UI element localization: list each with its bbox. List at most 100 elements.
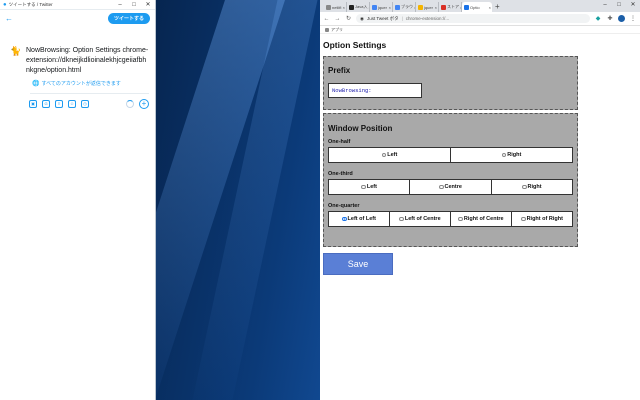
radio-button[interactable]: [501, 152, 507, 158]
tab-favicon-icon: [464, 4, 469, 10]
tab-label: jquer: [378, 4, 387, 10]
twitter-bird-icon: ●: [3, 1, 7, 8]
browser-tab[interactable]: jquer ×: [416, 2, 439, 12]
omnibox-label: Just Tweet ボタ: [366, 15, 399, 21]
prefix-panel: Prefix NowBrowsing:: [323, 56, 578, 110]
gif-icon[interactable]: G: [42, 100, 50, 108]
twitter-compose-header: ← ツイートする: [0, 10, 155, 26]
bookmark-apps[interactable]: アプリ: [331, 27, 343, 33]
compose-area: 🐈 NowBrowsing: Option Settings chrome-ex…: [0, 26, 155, 76]
poll-icon[interactable]: ≡: [55, 100, 63, 108]
tab-favicon-icon: [349, 4, 354, 10]
position-option[interactable]: Centre: [410, 180, 492, 194]
address-bar[interactable]: ◉ Just Tweet ボタ | chrome-extension://...: [356, 14, 590, 23]
prefix-input[interactable]: NowBrowsing:: [328, 83, 422, 98]
chrome-window-controls: – □ ✕: [598, 0, 640, 11]
character-count-ring: [126, 100, 134, 108]
radio-button[interactable]: [361, 184, 366, 190]
tab-label: ブラウ: [401, 4, 413, 9]
option-label: Right: [507, 152, 522, 158]
menu-icon[interactable]: ⋮: [629, 15, 637, 22]
tweet-text-input[interactable]: NowBrowsing: Option Settings chrome-exte…: [26, 46, 150, 76]
tab-favicon-icon: [441, 4, 446, 10]
option-label: Left: [366, 184, 377, 190]
reply-setting-label: すべてのアカウントが返信できます: [41, 81, 121, 87]
position-option[interactable]: Right of Right: [512, 212, 572, 226]
option-label: Left of Left: [347, 216, 376, 222]
apps-icon: [325, 27, 329, 32]
browser-tab[interactable]: jquer ×: [370, 2, 393, 12]
browser-tab[interactable]: ブラウ×: [393, 2, 416, 12]
position-option[interactable]: Left of Centre: [390, 212, 451, 226]
radio-button[interactable]: [399, 216, 404, 222]
option-label: Centre: [444, 184, 462, 190]
new-tab-icon[interactable]: +: [492, 2, 503, 12]
radio-button[interactable]: [522, 184, 527, 190]
profile-avatar[interactable]: [618, 15, 625, 22]
tab-label: ストア: [447, 4, 459, 9]
tab-label: netlifi: [332, 4, 342, 10]
option-label: Right: [527, 184, 542, 190]
reply-setting[interactable]: 🌐 すべてのアカウントが返信できます: [32, 80, 155, 87]
position-option[interactable]: Left: [329, 180, 411, 194]
option-group-label: One-quarter: [328, 203, 360, 209]
tweet-button[interactable]: ツイートする: [107, 12, 150, 24]
save-button[interactable]: Save: [323, 253, 393, 275]
position-option[interactable]: Right of Centre: [451, 212, 512, 226]
option-radio-group: Left of Left Left of Centre Right of Centr…: [328, 211, 573, 227]
twitter-window: ● ツイートする / Twitter – □ ✕ ← ツイートする 🐈 NowB…: [0, 0, 156, 400]
position-groups: One-half Left Right One-third Left Centre Righ…: [328, 139, 573, 227]
add-tweet-icon[interactable]: +: [139, 99, 149, 109]
extension-page-icon: ◉: [360, 15, 364, 21]
schedule-icon[interactable]: ◷: [81, 100, 89, 108]
maximize-icon[interactable]: □: [612, 0, 626, 11]
browser-tab[interactable]: ストア×: [439, 2, 462, 12]
compose-toolbar: ▣ G ≡ ☺ ◷ +: [0, 94, 155, 109]
back-arrow-icon[interactable]: ←: [5, 14, 13, 23]
option-radio-group: Left Right: [328, 147, 573, 163]
minimize-icon[interactable]: –: [113, 0, 127, 10]
browser-toolbar: ← → ↻ ◉ Just Tweet ボタ | chrome-extension…: [320, 12, 640, 26]
tab-close-icon[interactable]: ×: [489, 5, 491, 10]
twitter-window-title: ツイートする / Twitter: [8, 1, 53, 7]
back-icon[interactable]: ←: [323, 16, 330, 22]
radio-button[interactable]: [381, 152, 387, 158]
tab-close-icon[interactable]: ×: [435, 5, 437, 10]
emoji-icon[interactable]: ☺: [68, 100, 76, 108]
image-icon[interactable]: ▣: [29, 100, 37, 108]
tab-favicon-icon: [326, 4, 331, 10]
position-option[interactable]: Right: [492, 180, 572, 194]
tab-favicon-icon: [372, 4, 377, 10]
page-title: Option Settings: [323, 40, 387, 50]
radio-button[interactable]: [439, 184, 444, 190]
radio-button[interactable]: [521, 216, 526, 222]
minimize-icon[interactable]: –: [598, 0, 612, 11]
avatar[interactable]: 🐈: [10, 46, 21, 57]
browser-tab[interactable]: Java入×: [347, 2, 370, 12]
forward-icon[interactable]: →: [334, 16, 341, 22]
option-group-label: One-half: [328, 139, 351, 145]
browser-tab[interactable]: Optio ×: [462, 2, 492, 12]
option-label: Left of Centre: [404, 216, 441, 222]
position-option[interactable]: Right: [451, 148, 572, 162]
tab-close-icon[interactable]: ×: [343, 5, 345, 10]
tab-close-icon[interactable]: ×: [389, 5, 391, 10]
extension-icon[interactable]: ◆: [594, 15, 602, 22]
reload-icon[interactable]: ↻: [345, 15, 352, 22]
position-option[interactable]: Left of Left: [329, 212, 390, 226]
options-page: Option Settings Prefix NowBrowsing: Wind…: [320, 34, 640, 275]
maximize-icon[interactable]: □: [127, 0, 141, 10]
radio-button[interactable]: [458, 216, 463, 222]
window-position-panel: Window Position One-half Left Right One-thi…: [323, 113, 578, 247]
tab-label: Optio: [470, 4, 480, 10]
close-icon[interactable]: ✕: [141, 0, 155, 10]
extensions-puzzle-icon[interactable]: ✚: [606, 15, 614, 22]
prefix-heading: Prefix: [328, 66, 351, 75]
position-option[interactable]: Left: [329, 148, 451, 162]
omnibox-url: chrome-extension://...: [405, 16, 450, 21]
tab-favicon-icon: [418, 4, 423, 10]
close-icon[interactable]: ✕: [626, 0, 640, 11]
browser-tab[interactable]: netlifi ×: [324, 2, 347, 12]
radio-button[interactable]: [342, 216, 347, 222]
option-label: Right of Centre: [463, 216, 504, 222]
